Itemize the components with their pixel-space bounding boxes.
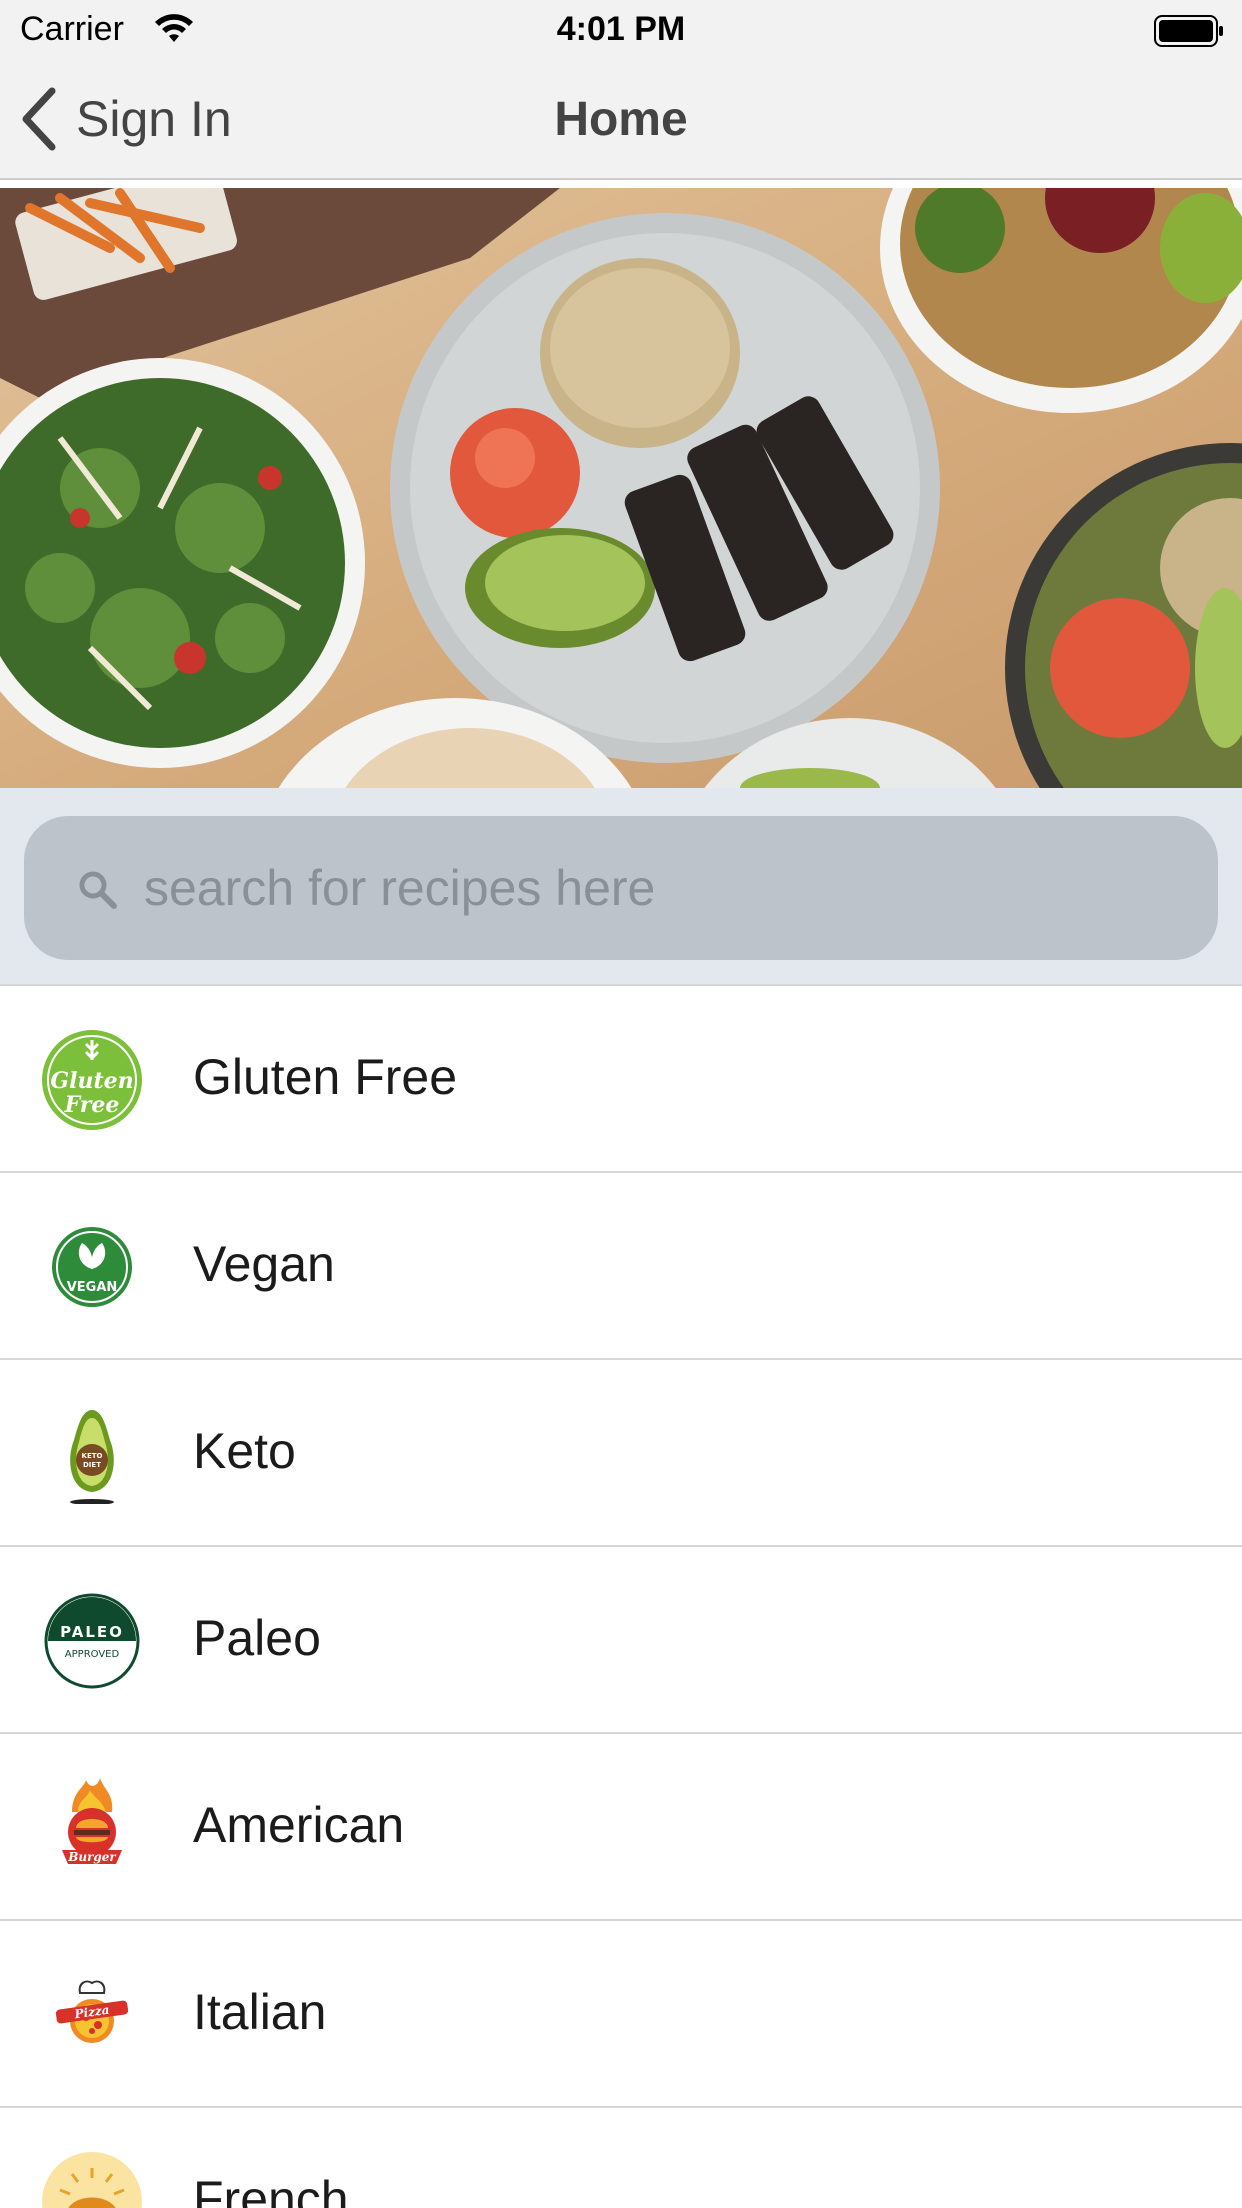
- search-bar-container: [0, 788, 1242, 986]
- paleo-icon: PALEO APPROVED: [44, 1593, 140, 1689]
- status-time: 4:01 PM: [556, 10, 686, 48]
- svg-text:DIET: DIET: [83, 1461, 101, 1469]
- svg-text:Burger: Burger: [67, 1850, 117, 1864]
- svg-text:APPROVED: APPROVED: [65, 1649, 120, 1660]
- list-item-french[interactable]: French: [0, 2108, 1242, 2208]
- status-bar: Carrier 4:01 PM: [0, 0, 1242, 62]
- search-field[interactable]: [24, 816, 1218, 960]
- croissant-icon: [42, 2152, 142, 2208]
- svg-text:Gluten: Gluten: [50, 1068, 133, 1094]
- list-item-label: Paleo: [193, 1610, 321, 1666]
- gluten-free-icon: Gluten Free: [42, 1030, 142, 1130]
- list-item-label: French: [193, 2171, 349, 2208]
- svg-text:VEGAN: VEGAN: [67, 1280, 118, 1295]
- category-list: Gluten Free Gluten Free VEGAN Vegan KETO…: [0, 986, 1242, 2208]
- page-title: Home: [554, 93, 688, 146]
- svg-text:KETO: KETO: [82, 1452, 103, 1460]
- list-item-label: Keto: [193, 1423, 296, 1479]
- list-item-vegan[interactable]: VEGAN Vegan: [0, 1173, 1242, 1360]
- list-item-paleo[interactable]: PALEO APPROVED Paleo: [0, 1547, 1242, 1734]
- vegan-icon: VEGAN: [52, 1227, 132, 1307]
- list-item-keto[interactable]: KETO DIET Keto: [0, 1360, 1242, 1547]
- list-item-american[interactable]: Burger American: [0, 1734, 1242, 1921]
- search-input[interactable]: [144, 846, 1184, 930]
- list-item-label: Gluten Free: [193, 1049, 458, 1105]
- hero-food-image: [0, 188, 1242, 788]
- burger-icon: Burger: [62, 1778, 122, 1864]
- svg-text:PALEO: PALEO: [60, 1623, 124, 1641]
- pizza-icon: Pizza: [55, 1980, 129, 2043]
- navigation-bar: Sign In Home: [0, 62, 1242, 180]
- battery-icon: [1154, 15, 1223, 47]
- svg-text:Free: Free: [64, 1092, 120, 1118]
- list-item-gluten-free[interactable]: Gluten Free Gluten Free: [0, 986, 1242, 1173]
- list-item-label: Vegan: [193, 1236, 335, 1292]
- search-icon: [79, 871, 117, 909]
- keto-icon: KETO DIET: [70, 1410, 114, 1504]
- list-item-italian[interactable]: Pizza Italian: [0, 1921, 1242, 2108]
- list-item-label: Italian: [193, 1984, 327, 2040]
- list-item-label: American: [193, 1797, 405, 1853]
